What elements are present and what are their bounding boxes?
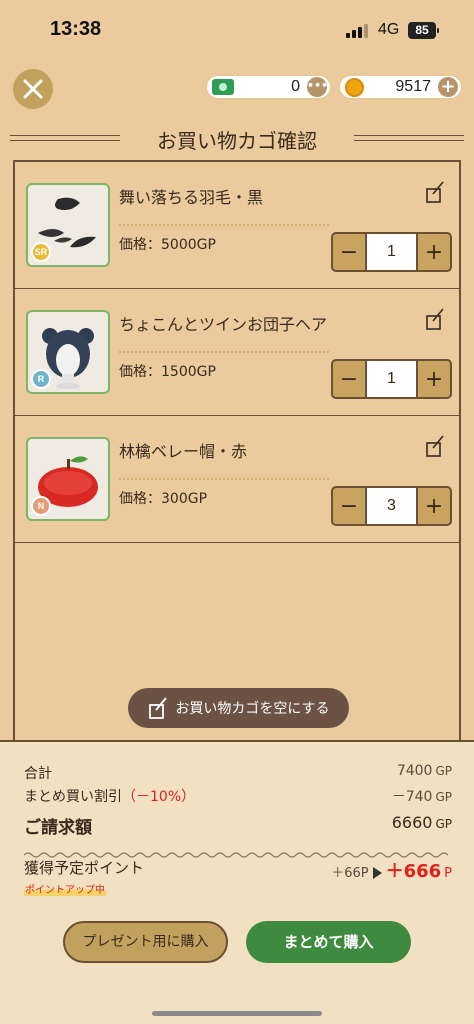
item-price: 価格：5000GP <box>119 237 216 253</box>
discount-unit: GP <box>435 790 452 804</box>
total-value: 6660 <box>391 813 433 832</box>
total-row: ご請求額 6660 GP <box>24 813 452 838</box>
edit-icon[interactable] <box>425 434 445 458</box>
cart-panel: SR 舞い落ちる羽毛・黒 価格：5000GP − 1 + R ちょこんとツインお… <box>13 160 461 742</box>
cart-item: R ちょこんとツインお団子ヘア 価格：1500GP − 1 + <box>15 289 459 416</box>
ticket-icon <box>212 79 234 95</box>
arrow-icon <box>372 867 382 879</box>
points-row: 獲得予定ポイント ＋66P ＋666 P <box>24 857 452 882</box>
more-icon[interactable]: ••• <box>307 77 328 97</box>
quantity-value: 1 <box>367 359 416 399</box>
title-divider-right <box>354 135 464 141</box>
decrease-button[interactable]: − <box>331 359 367 399</box>
item-price: 価格：300GP <box>119 491 208 507</box>
add-coin-icon[interactable]: + <box>438 77 458 97</box>
total-label: ご請求額 <box>24 818 92 838</box>
discount-row: まとめ買い割引（－10%） －740 GP <box>24 786 452 806</box>
order-summary: 合計 7400 GP まとめ買い割引（－10%） －740 GP ご請求額 6660… <box>0 740 474 1024</box>
quantity-stepper: − 3 + <box>331 486 452 526</box>
close-button[interactable] <box>13 69 53 109</box>
empty-cart-button[interactable]: お買い物カゴを空にする <box>128 688 349 728</box>
subtotal-unit: GP <box>435 764 452 778</box>
subtotal-value: 7400 <box>396 763 433 779</box>
discount-amount: －740 GP <box>392 786 452 806</box>
subtotal-row: 合計 7400 GP <box>24 763 452 783</box>
quantity-stepper: − 1 + <box>331 359 452 399</box>
total-amount: 6660 GP <box>392 813 452 832</box>
subtotal-label: 合計 <box>24 766 52 782</box>
status-bar: 13:38 4G 85 <box>0 0 474 60</box>
total-unit: GP <box>435 817 452 831</box>
signal-icon <box>346 24 368 38</box>
dotted-divider <box>119 224 329 226</box>
empty-cart-label: お買い物カゴを空にする <box>175 701 330 717</box>
points-label: 獲得予定ポイント <box>24 859 145 877</box>
bulk-purchase-button[interactable]: まとめて購入 <box>246 921 411 963</box>
home-indicator[interactable] <box>152 1011 322 1016</box>
edit-icon[interactable] <box>425 307 445 331</box>
item-name: ちょこんとツインお団子ヘア <box>119 315 328 334</box>
coin-count: 9517 <box>395 78 431 95</box>
close-icon <box>23 79 43 99</box>
status-time: 13:38 <box>50 18 102 40</box>
rarity-badge: N <box>31 496 51 516</box>
increase-button[interactable]: + <box>416 486 452 526</box>
discount-rate: （－10%） <box>122 789 196 805</box>
network-label: 4G <box>378 21 400 38</box>
item-name: 林檎ベレー帽・赤 <box>119 442 248 461</box>
battery-icon: 85 <box>408 22 439 39</box>
dotted-divider <box>119 351 329 353</box>
cart-item: N 林檎ベレー帽・赤 価格：300GP − 3 + <box>15 416 459 543</box>
item-thumbnail[interactable]: R <box>26 310 110 394</box>
edit-icon[interactable] <box>425 180 445 204</box>
points-unit: P <box>444 866 452 881</box>
quantity-value: 1 <box>367 232 416 272</box>
item-thumbnail[interactable]: N <box>26 437 110 521</box>
increase-button[interactable]: + <box>416 359 452 399</box>
ticket-count: 0 <box>291 78 300 95</box>
item-thumbnail[interactable]: SR <box>26 183 110 267</box>
points-values: ＋66P ＋666 P <box>331 857 452 883</box>
title-row: お買い物カゴ確認 <box>0 124 474 154</box>
discount-label: まとめ買い割引 <box>24 789 122 805</box>
coin-balance: 9517 + <box>338 74 463 100</box>
discount-value: －740 <box>391 789 433 805</box>
points-up-badge: ポイントアップ中 <box>24 881 106 896</box>
quantity-stepper: − 1 + <box>331 232 452 272</box>
rarity-badge: SR <box>31 242 51 262</box>
quantity-value: 3 <box>367 486 416 526</box>
coin-icon <box>345 78 364 97</box>
dotted-divider <box>119 478 329 480</box>
points-old: ＋66P <box>331 866 369 881</box>
item-price: 価格：1500GP <box>119 364 216 380</box>
clear-cart-icon <box>149 697 168 719</box>
increase-button[interactable]: + <box>416 232 452 272</box>
ticket-balance: 0 ••• <box>205 74 332 100</box>
rarity-badge: R <box>31 369 51 389</box>
gift-purchase-button[interactable]: プレゼント用に購入 <box>63 921 228 963</box>
decrease-button[interactable]: − <box>331 486 367 526</box>
cart-item: SR 舞い落ちる羽毛・黒 価格：5000GP − 1 + <box>15 162 459 289</box>
points-new: ＋666 <box>385 861 442 882</box>
decrease-button[interactable]: − <box>331 232 367 272</box>
subtotal-amount: 7400 GP <box>397 763 452 779</box>
item-name: 舞い落ちる羽毛・黒 <box>119 188 264 207</box>
